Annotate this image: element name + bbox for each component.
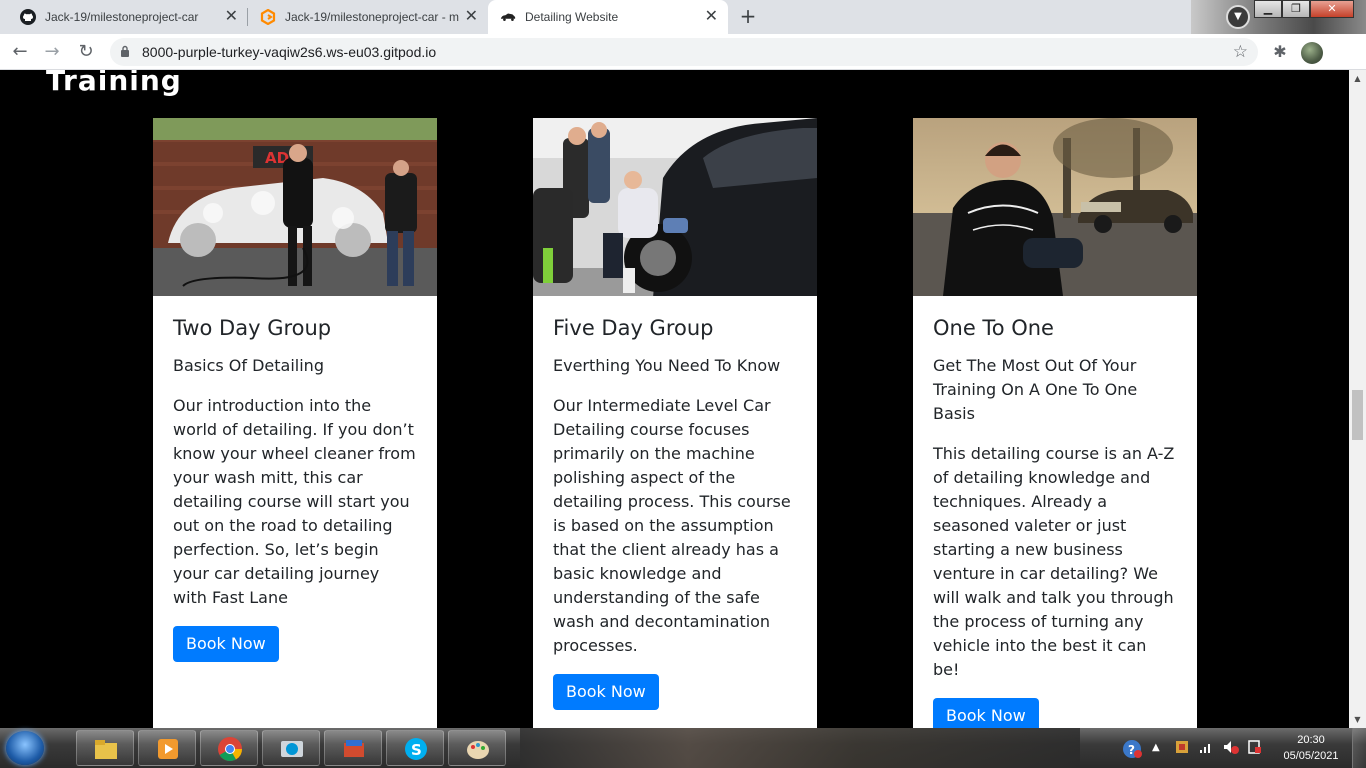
minimize-button[interactable]: ▁ [1254, 0, 1282, 18]
card-photo-classic-car [913, 118, 1197, 296]
profile-download-icon[interactable]: ▼ [1226, 5, 1250, 29]
tab-title: Detailing Website [525, 10, 619, 24]
avatar[interactable] [1301, 42, 1323, 64]
browser-toolbar: ← → ↻ 8000-purple-turkey-vaqiw2s6.ws-eu0… [0, 34, 1366, 70]
book-now-button[interactable]: Book Now [553, 674, 659, 710]
tab-close-icon[interactable]: ✕ [465, 9, 478, 25]
extensions-puzzle-icon[interactable]: ✱ [1268, 40, 1292, 64]
tab-github[interactable]: Jack-19/milestoneproject-car ✕ [8, 0, 248, 34]
course-card-five-day: Five Day Group Everthing You Need To Kno… [533, 118, 817, 728]
system-clock[interactable]: 20:30 05/05/2021 [1278, 732, 1344, 764]
lock-icon[interactable] [120, 45, 130, 57]
github-icon [20, 9, 36, 25]
url-text: 8000-purple-turkey-vaqiw2s6.ws-eu03.gitp… [142, 44, 437, 60]
taskbar-paint-tool[interactable] [324, 730, 382, 766]
hp-icon [281, 741, 303, 757]
scroll-down-arrow-icon[interactable]: ▼ [1349, 711, 1366, 728]
new-tab-button[interactable]: + [736, 5, 760, 29]
back-arrow-icon[interactable]: ← [8, 40, 32, 64]
taskbar-media-player[interactable] [138, 730, 196, 766]
tab-strip: Jack-19/milestoneproject-car ✕ Jack-19/m… [0, 0, 1366, 34]
card-subtitle: Get The Most Out Of Your Training On A O… [933, 356, 1138, 423]
reload-icon[interactable]: ↻ [74, 40, 98, 64]
taskbar-paint-palette[interactable] [448, 730, 506, 766]
svg-text:S: S [411, 741, 422, 759]
skype-icon: S [405, 738, 427, 760]
bookmark-star-icon[interactable]: ☆ [1233, 42, 1248, 62]
card-description: This detailing course is an A-Z of detai… [933, 444, 1175, 679]
course-card-two-day: ADP Two Day Group Basics Of Detailing Ou… [153, 118, 437, 728]
card-title: One To One [933, 316, 1054, 340]
svg-text:?: ? [1128, 743, 1135, 757]
section-heading: Training [46, 70, 182, 97]
card-subtitle: Everthing You Need To Know [553, 356, 781, 375]
tab-title: Jack-19/milestoneproject-car - m [285, 10, 460, 24]
file-explorer-icon [95, 740, 117, 759]
card-description: Our Intermediate Level Car Detailing cou… [553, 396, 791, 655]
card-subtitle: Basics Of Detailing [173, 356, 324, 375]
media-player-icon [158, 739, 178, 759]
windows-taskbar: S ? ▲ 20:30 05/05/2021 [0, 728, 1366, 768]
scrollbar-thumb[interactable] [1352, 390, 1363, 440]
tab-title: Jack-19/milestoneproject-car [45, 10, 199, 24]
chrome-icon [218, 737, 242, 762]
paint-palette-icon [467, 741, 489, 759]
show-desktop-button[interactable] [1352, 728, 1366, 768]
clock-date: 05/05/2021 [1283, 750, 1339, 762]
forward-arrow-icon[interactable]: → [40, 40, 64, 64]
action-center-flag-icon[interactable] [1246, 739, 1264, 757]
card-photo-car-washing: ADP [153, 118, 437, 296]
tab-close-icon[interactable]: ✕ [225, 9, 238, 25]
maximize-button[interactable]: ❐ [1282, 0, 1310, 18]
security-icon[interactable] [1174, 739, 1192, 757]
address-bar[interactable]: 8000-purple-turkey-vaqiw2s6.ws-eu03.gitp… [110, 38, 1258, 66]
paint-tool-icon [344, 740, 364, 757]
book-now-button[interactable]: Book Now [173, 626, 279, 662]
window-controls: ▁ ❐ ✕ [1254, 0, 1354, 18]
taskbar-file-explorer[interactable] [76, 730, 134, 766]
car-icon [500, 9, 516, 25]
page-scrollbar[interactable]: ▲ ▼ [1349, 70, 1366, 728]
card-photo-machine-polishing [533, 118, 817, 296]
card-description: Our introduction into the world of detai… [173, 396, 416, 607]
volume-muted-icon[interactable] [1222, 739, 1240, 757]
tab-gitpod[interactable]: Jack-19/milestoneproject-car - m ✕ [248, 0, 488, 34]
card-title: Five Day Group [553, 316, 714, 340]
scroll-up-arrow-icon[interactable]: ▲ [1349, 70, 1366, 87]
taskbar-chrome[interactable] [200, 730, 258, 766]
taskbar-skype[interactable]: S [386, 730, 444, 766]
windows-start-button[interactable] [6, 731, 44, 765]
clock-time: 20:30 [1297, 734, 1325, 746]
tab-detailing-website[interactable]: Detailing Website ✕ [488, 0, 728, 34]
book-now-button[interactable]: Book Now [933, 698, 1039, 728]
taskbar-wallpaper [520, 728, 1080, 768]
card-title: Two Day Group [173, 316, 332, 340]
gitpod-icon [260, 9, 276, 25]
close-window-button[interactable]: ✕ [1310, 0, 1354, 18]
page-viewport: Training ADP Two Day Group Basics Of Det… [0, 70, 1349, 728]
taskbar-hp[interactable] [262, 730, 320, 766]
tray-expand-icon[interactable]: ▲ [1152, 739, 1170, 757]
course-card-one-to-one: One To One Get The Most Out Of Your Trai… [913, 118, 1197, 728]
network-signal-icon[interactable] [1198, 739, 1216, 757]
help-icon[interactable]: ? [1122, 739, 1142, 758]
tab-close-icon[interactable]: ✕ [705, 9, 718, 25]
